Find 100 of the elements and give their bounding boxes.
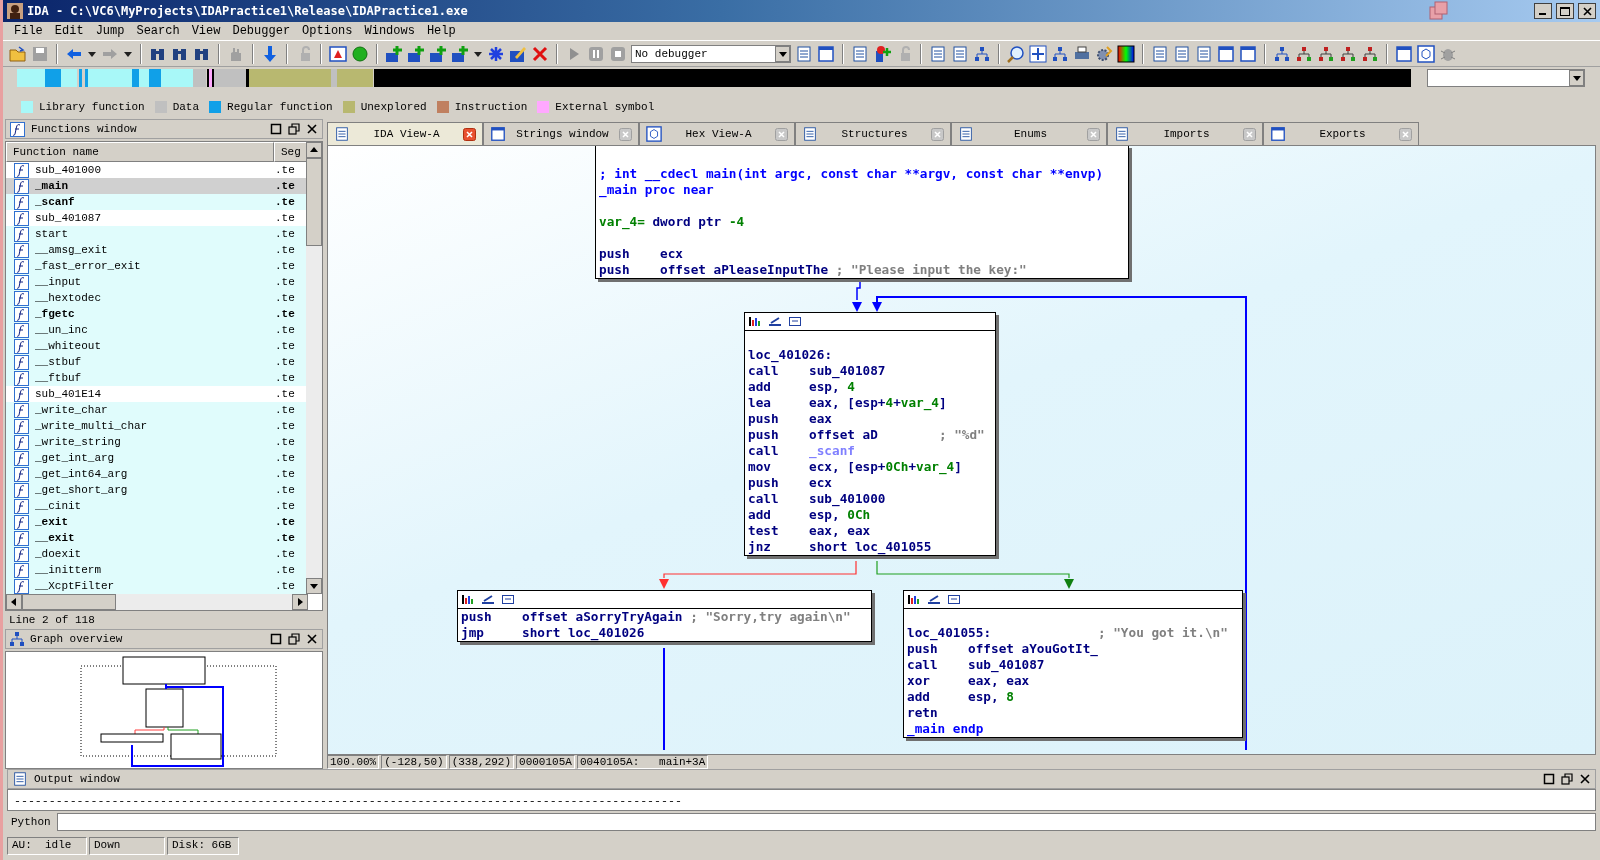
function-row[interactable]: __hextodec .te — [6, 290, 308, 306]
maximize-button[interactable] — [1556, 3, 1574, 19]
document-icon[interactable] — [802, 126, 818, 142]
code-block[interactable] — [744, 312, 996, 556]
document-icon[interactable] — [951, 44, 969, 63]
tab[interactable]: Hex View-A — [639, 122, 795, 145]
add-icon[interactable] — [385, 44, 403, 63]
close-icon[interactable] — [1582, 6, 1592, 16]
delete-icon[interactable] — [531, 44, 549, 63]
scroll-right-icon[interactable] — [296, 598, 304, 606]
menu-item[interactable]: Options — [297, 24, 358, 38]
stop-icon[interactable] — [609, 44, 627, 63]
tree-icon[interactable] — [1273, 44, 1291, 63]
folder-icon[interactable] — [9, 44, 27, 63]
function-row[interactable]: _exit .te — [6, 514, 308, 530]
pencil-icon[interactable] — [509, 44, 527, 63]
function-row[interactable]: _fgetc .te — [6, 306, 308, 322]
tab[interactable]: Enums — [951, 122, 1107, 145]
function-row[interactable]: __exit .te — [6, 530, 308, 546]
document-icon[interactable] — [1195, 44, 1213, 63]
document-icon[interactable] — [851, 44, 869, 63]
label-icon[interactable] — [789, 317, 801, 326]
pin-icon[interactable] — [873, 44, 891, 63]
document-icon[interactable] — [12, 771, 28, 787]
pencil-icon[interactable] — [482, 595, 494, 604]
tree-icon[interactable] — [1317, 44, 1335, 63]
function-row[interactable]: __cinit .te — [6, 498, 308, 514]
gear-icon[interactable] — [1095, 44, 1113, 63]
maximize-icon[interactable] — [270, 123, 282, 135]
function-row[interactable]: __whiteout .te — [6, 338, 308, 354]
window-icon[interactable] — [1270, 126, 1286, 142]
minimize-button[interactable] — [1534, 3, 1552, 19]
dropdown-arrow-icon[interactable] — [1572, 74, 1581, 82]
function-row[interactable]: __XcptFilter .te — [6, 578, 308, 594]
maximize-icon[interactable] — [270, 633, 282, 645]
restore-icon[interactable] — [288, 633, 300, 645]
horizontal-scrollbar[interactable] — [6, 594, 308, 610]
vertical-scrollbar[interactable] — [306, 142, 322, 594]
warning-window-icon[interactable] — [329, 44, 347, 63]
bar-chart-icon[interactable] — [749, 317, 761, 326]
document-icon[interactable] — [1173, 44, 1191, 63]
code-block[interactable]: push offset aSorryTryAgain ; "Sorry,try again\n" jmp short loc_401026 — [457, 590, 872, 642]
scroll-down-icon[interactable] — [310, 582, 318, 590]
dropdown-arrow-icon[interactable] — [778, 49, 787, 58]
tab[interactable]: Imports — [1107, 122, 1263, 145]
function-row[interactable]: _write_multi_char .te — [6, 418, 308, 434]
maximize-icon[interactable] — [1543, 773, 1555, 785]
scrollbar-thumb[interactable] — [306, 158, 322, 246]
add-icon[interactable] — [429, 44, 447, 63]
code-block[interactable]: ; int __cdecl main(int argc, const char **argv, const char **envp) _main proc near var_4= dword ptr -4 push ecx push offset aPleaseInputThe ; "Please input the key:" — [595, 146, 1129, 279]
menu-item[interactable]: View — [186, 24, 226, 38]
tab[interactable]: Strings window — [483, 122, 639, 145]
document-icon[interactable] — [1114, 126, 1130, 142]
document-icon[interactable] — [1151, 44, 1169, 63]
scroll-left-icon[interactable] — [10, 598, 18, 606]
window-icon[interactable] — [1217, 44, 1235, 63]
tree-icon[interactable] — [1361, 44, 1379, 63]
function-row[interactable]: __ftbuf .te — [6, 370, 308, 386]
scrollbar-thumb[interactable] — [22, 594, 116, 610]
function-row[interactable]: _get_int64_arg .te — [6, 466, 308, 482]
document-icon[interactable] — [929, 44, 947, 63]
segment-dropdown[interactable] — [1427, 69, 1585, 87]
window-icon[interactable] — [1239, 44, 1257, 63]
menu-item[interactable]: Debugger — [227, 24, 296, 38]
function-row[interactable]: __stbuf .te — [6, 354, 308, 370]
down-arrow-icon[interactable] — [261, 44, 279, 63]
scroll-up-icon[interactable] — [310, 146, 318, 154]
function-row[interactable]: __un_inc .te — [6, 322, 308, 338]
menu-item[interactable]: Edit — [49, 24, 89, 38]
close-button[interactable] — [1578, 3, 1596, 19]
document-icon[interactable] — [958, 126, 974, 142]
window-icon[interactable] — [1395, 44, 1413, 63]
debugger-dropdown[interactable]: No debugger — [631, 44, 791, 63]
zoom-icon[interactable] — [1007, 44, 1025, 63]
function-row[interactable]: _scanf .te — [6, 194, 308, 210]
code-block[interactable]: loc_401055: ; "You got it.\n" push offset aYouGotIt_ call sub_401087 xor eax, eax add esp, 8 retn _main endp — [903, 590, 1243, 738]
menu-item[interactable]: File — [9, 24, 48, 38]
menu-item[interactable]: Search — [131, 24, 185, 38]
python-input[interactable] — [56, 813, 1596, 831]
function-row[interactable]: _write_string .te — [6, 434, 308, 450]
menu-item[interactable]: Help — [421, 24, 461, 38]
tree-icon[interactable] — [1295, 44, 1313, 63]
add-icon[interactable] — [407, 44, 425, 63]
menu-item[interactable]: Jump — [90, 24, 130, 38]
tab[interactable]: Structures — [795, 122, 951, 145]
restore-icon[interactable] — [1561, 773, 1573, 785]
function-row[interactable]: _fast_error_exit .te — [6, 258, 308, 274]
save-icon[interactable] — [31, 44, 49, 63]
column-header[interactable]: Seg — [274, 142, 308, 162]
restore-icon[interactable] — [288, 123, 300, 135]
function-row[interactable]: __amsg_exit .te — [6, 242, 308, 258]
bar-chart-icon[interactable] — [462, 595, 474, 604]
pause-icon[interactable] — [587, 44, 605, 63]
tab[interactable]: Exports — [1263, 122, 1419, 145]
window-icon[interactable] — [817, 44, 835, 63]
window-icon[interactable] — [490, 126, 506, 142]
close-icon[interactable] — [463, 127, 476, 141]
column-header[interactable]: Function name — [6, 142, 274, 162]
close-icon[interactable] — [306, 123, 318, 135]
document-icon[interactable] — [795, 44, 813, 63]
